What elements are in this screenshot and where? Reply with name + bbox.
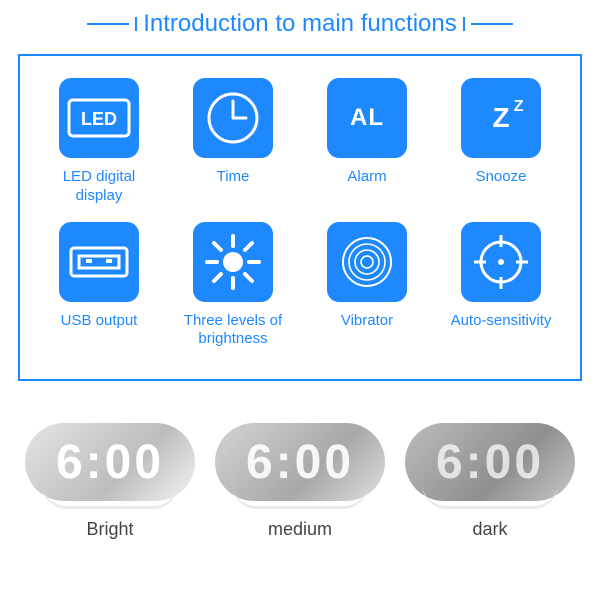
clock-icon <box>193 78 273 158</box>
feature-alarm: AL Alarm <box>314 78 420 206</box>
vibrator-icon <box>327 222 407 302</box>
autosensitivity-icon <box>461 222 541 302</box>
usb-icon <box>59 222 139 302</box>
feature-label: LED digital display <box>46 168 152 206</box>
title-rule-left <box>87 23 129 25</box>
clock-time: 6:00 <box>246 435 354 490</box>
clock-label: dark <box>403 519 578 540</box>
alarm-icon: AL <box>327 78 407 158</box>
feature-label: Auto-sensitivity <box>451 312 552 331</box>
feature-autosensitivity: Auto-sensitivity <box>448 222 554 350</box>
snooze-icon: ZZ <box>461 78 541 158</box>
clock-label: medium <box>213 519 388 540</box>
feature-label: USB output <box>61 312 138 331</box>
clock-label: Bright <box>23 519 198 540</box>
clock-medium: 6:00 medium <box>213 423 388 540</box>
features-panel: LED LED digital display Time AL Alarm ZZ… <box>18 54 582 381</box>
brightness-examples: 6:00 Bright 6:00 medium 6:00 dark <box>18 423 582 540</box>
section-title: Introduction to main functions <box>18 10 582 38</box>
clock-device: 6:00 <box>405 423 575 501</box>
feature-brightness: Three levels of brightness <box>180 222 286 350</box>
feature-led: LED LED digital display <box>46 78 152 206</box>
title-cap-left <box>135 17 137 31</box>
title-rule-right <box>471 23 513 25</box>
feature-label: Three levels of brightness <box>180 312 286 350</box>
feature-snooze: ZZ Snooze <box>448 78 554 206</box>
feature-label: Snooze <box>476 168 527 187</box>
feature-vibrator: Vibrator <box>314 222 420 350</box>
svg-text:LED: LED <box>81 109 117 129</box>
clock-time: 6:00 <box>56 435 164 490</box>
clock-dark: 6:00 dark <box>403 423 578 540</box>
brightness-icon <box>193 222 273 302</box>
title-text: Introduction to main functions <box>143 10 457 38</box>
feature-time: Time <box>180 78 286 206</box>
feature-label: Vibrator <box>341 312 393 331</box>
feature-usb: USB output <box>46 222 152 350</box>
clock-bright: 6:00 Bright <box>23 423 198 540</box>
clock-time: 6:00 <box>436 435 544 490</box>
clock-device: 6:00 <box>215 423 385 501</box>
led-icon: LED <box>59 78 139 158</box>
clock-device: 6:00 <box>25 423 195 501</box>
title-cap-right <box>463 17 465 31</box>
feature-label: Time <box>217 168 250 187</box>
feature-label: Alarm <box>347 168 386 187</box>
